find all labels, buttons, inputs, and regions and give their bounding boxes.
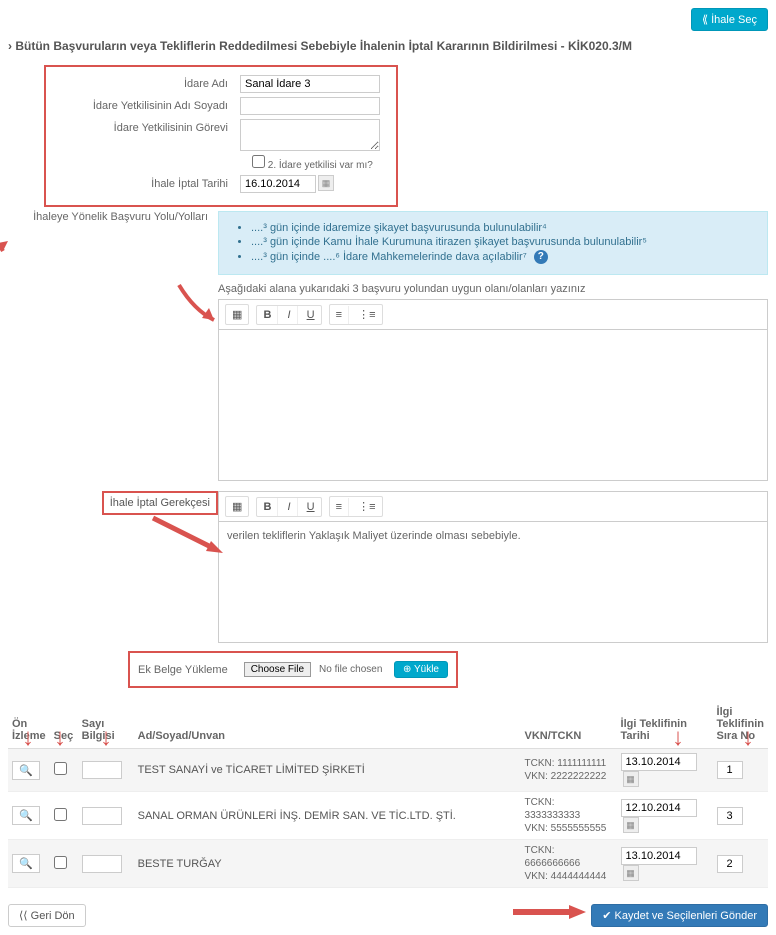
table-row: 🔍 TEST SANAYİ ve TİCARET LİMİTED ŞİRKETİT… (8, 749, 768, 792)
list-ol-button[interactable]: ≡ (330, 498, 349, 516)
editor-toolbar: ▦ B I U ≡ ⋮≡ (219, 300, 767, 330)
calendar-icon[interactable]: ▦ (623, 865, 639, 881)
tarih-input[interactable] (621, 847, 697, 865)
yetkili-adi-input[interactable] (240, 97, 380, 115)
instruction-text: Aşağıdaki alana yukarıdaki 3 başvuru yol… (218, 283, 768, 295)
unvan-cell: SANAL ORMAN ÜRÜNLERİ İNŞ. DEMİR SAN. VE … (134, 792, 521, 840)
info-item: ....³ gün içinde Kamu İhale Kurumuna iti… (251, 236, 755, 248)
info-item: ....³ gün içinde idaremize şikayet başvu… (251, 222, 755, 234)
back-button[interactable]: ⟨⟨ Geri Dön (8, 904, 86, 927)
editor-content[interactable] (219, 330, 767, 480)
select-checkbox[interactable] (54, 762, 67, 775)
ikinci-yetkili-label: 2. İdare yetkilisi var mı? (268, 160, 373, 171)
underline-button[interactable]: U (301, 498, 321, 516)
calendar-icon[interactable]: ▦ (318, 175, 334, 191)
iptal-tarih-input[interactable] (240, 175, 316, 193)
th-sayi: Sayı Bilgisi (78, 700, 134, 749)
unvan-cell: BESTE TURĞAY (134, 840, 521, 888)
idare-adi-label: İdare Adı (50, 75, 240, 90)
editor-basvuru: ▦ B I U ≡ ⋮≡ (218, 299, 768, 481)
th-sira: İlgi Teklifinin Sıra No (713, 700, 768, 749)
sayi-input[interactable] (82, 807, 122, 825)
bold-button[interactable]: B (257, 498, 278, 516)
editor-content[interactable]: verilen tekliflerin Yaklaşık Maliyet üze… (219, 522, 767, 642)
ihale-sec-button[interactable]: ⟪ İhale Seç (691, 8, 768, 31)
save-send-button[interactable]: ✔ Kaydet ve Seçilenleri Gönder (591, 904, 768, 927)
ikinci-yetkili-checkbox[interactable] (252, 155, 265, 168)
italic-button[interactable]: I (281, 306, 297, 324)
sayi-input[interactable] (82, 761, 122, 779)
calendar-icon[interactable]: ▦ (623, 817, 639, 833)
editor-toolbar: ▦ B I U ≡ ⋮≡ (219, 492, 767, 522)
select-checkbox[interactable] (54, 856, 67, 869)
upload-button[interactable]: ⊕ Yükle (394, 661, 448, 678)
tarih-input[interactable] (621, 799, 697, 817)
basvuru-yolu-label: İhaleye Yönelik Başvuru Yolu/Yolları (8, 211, 218, 223)
iptal-tarih-label: İhale İptal Tarihi (50, 175, 240, 190)
th-tarih: İlgi Teklifinin Tarihi (617, 700, 713, 749)
vkn-cell: TCKN: 3333333333VKN: 5555555555 (521, 792, 617, 840)
th-sec: Seç (50, 700, 78, 749)
idare-adi-input[interactable] (240, 75, 380, 93)
yetkili-gorev-label: İdare Yetkilisinin Görevi (50, 119, 240, 134)
table-icon[interactable]: ▦ (226, 305, 248, 324)
list-ul-button[interactable]: ⋮≡ (352, 497, 381, 516)
preview-button[interactable]: 🔍 (12, 854, 40, 873)
iptal-gerekce-label: İhale İptal Gerekçesi (102, 491, 218, 515)
table-icon[interactable]: ▦ (226, 497, 248, 516)
yetkili-gorev-input[interactable] (240, 119, 380, 151)
table-row: 🔍 SANAL ORMAN ÜRÜNLERİ İNŞ. DEMİR SAN. VE… (8, 792, 768, 840)
vkn-cell: TCKN: 6666666666VKN: 4444444444 (521, 840, 617, 888)
list-ul-button[interactable]: ⋮≡ (352, 305, 381, 324)
th-unvan: Ad/Soyad/Unvan (134, 700, 521, 749)
yetkili-adi-label: İdare Yetkilisinin Adı Soyadı (50, 97, 240, 112)
annotation-arrow-icon (511, 902, 591, 922)
sira-input[interactable] (717, 855, 743, 873)
underline-button[interactable]: U (301, 306, 321, 324)
table-row: 🔍 BESTE TURĞAYTCKN: 6666666666VKN: 444444… (8, 840, 768, 888)
preview-button[interactable]: 🔍 (12, 761, 40, 780)
annotation-arrow-icon (148, 513, 228, 563)
tarih-input[interactable] (621, 753, 697, 771)
calendar-icon[interactable]: ▦ (623, 771, 639, 787)
help-icon[interactable]: ? (534, 250, 548, 264)
unvan-cell: TEST SANAYİ ve TİCARET LİMİTED ŞİRKETİ (134, 749, 521, 792)
sira-input[interactable] (717, 761, 743, 779)
sira-input[interactable] (717, 807, 743, 825)
select-checkbox[interactable] (54, 808, 67, 821)
vkn-cell: TCKN: 1111111111VKN: 2222222222 (521, 749, 617, 792)
th-vkn: VKN/TCKN (521, 700, 617, 749)
data-table: Ön İzleme Seç Sayı Bilgisi Ad/Soyad/Unva… (8, 700, 768, 888)
choose-file-button[interactable]: Choose File (244, 662, 311, 677)
italic-button[interactable]: I (281, 498, 297, 516)
upload-section: Ek Belge Yükleme Choose File No file cho… (128, 651, 458, 688)
info-item: ....³ gün içinde ....⁶ İdare Mahkemeleri… (251, 250, 755, 264)
info-box: ....³ gün içinde idaremize şikayet başvu… (218, 211, 768, 275)
form-section: İdare Adı İdare Yetkilisinin Adı Soyadı … (44, 65, 398, 207)
sayi-input[interactable] (82, 855, 122, 873)
bold-button[interactable]: B (257, 306, 278, 324)
preview-button[interactable]: 🔍 (12, 806, 40, 825)
upload-label: Ek Belge Yükleme (138, 664, 228, 676)
list-ol-button[interactable]: ≡ (330, 306, 349, 324)
th-on-izleme: Ön İzleme (8, 700, 50, 749)
editor-gerekce: ▦ B I U ≡ ⋮≡ verilen tekliflerin Yaklaşı… (218, 491, 768, 643)
page-title: Bütün Başvuruların veya Tekliflerin Redd… (8, 39, 768, 53)
no-file-text: No file chosen (319, 664, 382, 675)
